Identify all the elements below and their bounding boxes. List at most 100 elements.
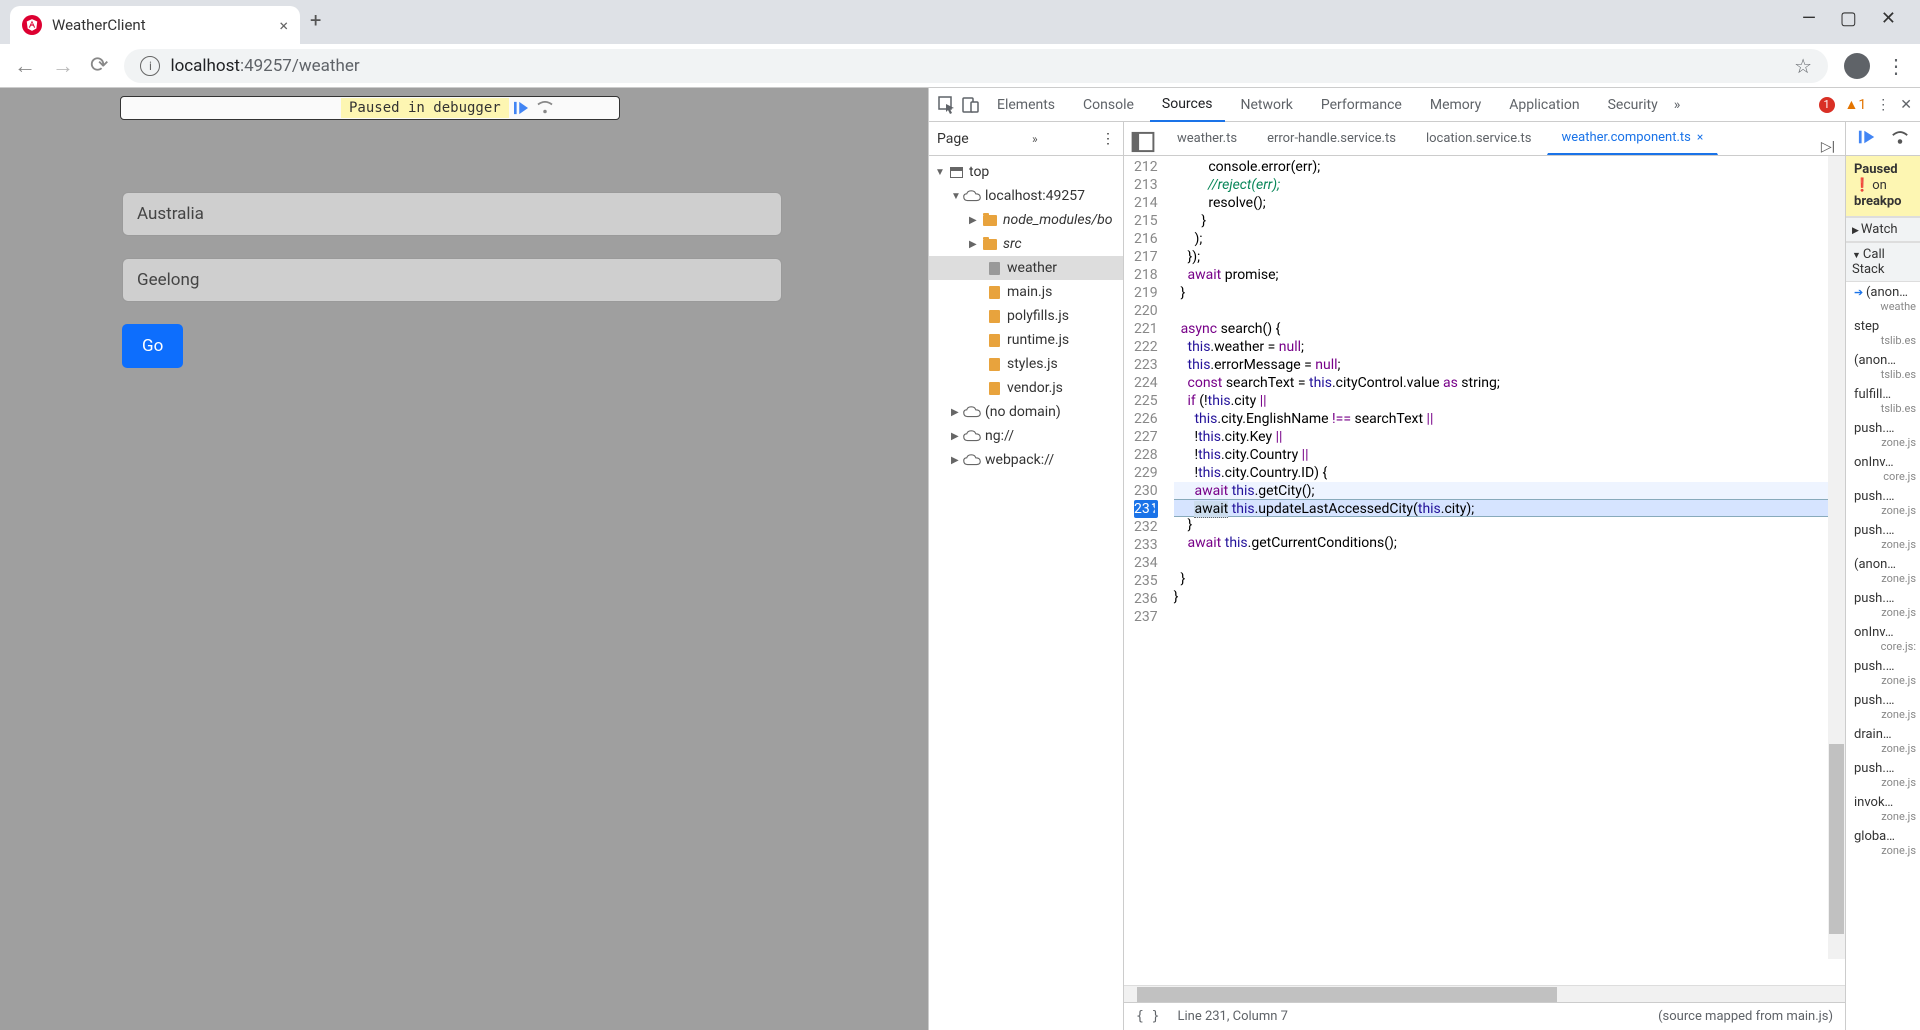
close-icon[interactable]: ✕ [1881,8,1896,29]
call-stack-list: (anon…weathesteptslib.es(anon…tslib.esfu… [1846,282,1920,1030]
navigator-overflow-icon[interactable]: » [1032,132,1038,146]
tree-file-runtime[interactable]: runtime.js [929,328,1123,352]
bookmark-icon[interactable]: ☆ [1794,54,1812,78]
stack-frame[interactable]: fulfill…tslib.es [1846,384,1920,418]
address-bar[interactable]: i localhost:49257/weather ☆ [124,49,1828,83]
devtools-close-icon[interactable]: ✕ [1900,97,1912,113]
pretty-print-icon[interactable]: { } [1136,1009,1159,1024]
stack-frame[interactable]: globa…zone.js [1846,826,1920,860]
devtools-settings-icon[interactable]: ⋮ [1876,97,1890,113]
stack-frame[interactable]: (anon…weathe [1846,282,1920,316]
browser-tab[interactable]: WeatherClient × [10,6,300,44]
tree-ng[interactable]: ▶ng:// [929,424,1123,448]
reload-button[interactable]: ⟳ [90,53,108,78]
minimize-icon[interactable]: — [1802,8,1816,29]
tab-application[interactable]: Application [1497,89,1591,121]
tree-webpack[interactable]: ▶webpack:// [929,448,1123,472]
new-tab-button[interactable]: + [310,8,321,36]
tree-file-weather[interactable]: weather [929,256,1123,280]
tree-file-polyfills[interactable]: polyfills.js [929,304,1123,328]
navigator-page-tab[interactable]: Page [937,131,969,147]
tab-memory[interactable]: Memory [1418,89,1493,121]
code-area[interactable]: 2122132142152162172182192202212222232242… [1124,156,1845,985]
editor-tab-error-handle[interactable]: error-handle.service.ts [1252,122,1411,155]
url-text: localhost:49257/weather [170,56,359,76]
error-count-badge[interactable]: 1 [1819,97,1835,113]
angular-favicon-icon [22,15,42,35]
callstack-section[interactable]: ▼Call Stack [1846,242,1920,282]
stack-frame[interactable]: (anon…tslib.es [1846,350,1920,384]
file-tree: ▼top ▼localhost:49257 ▶node_modules/bo ▶… [929,156,1123,476]
tree-folder-src[interactable]: ▶src [929,232,1123,256]
city-input[interactable]: Geelong [122,258,782,302]
overlay-step-button[interactable] [533,98,557,118]
stack-frame[interactable]: onInv…core.js [1846,452,1920,486]
country-input[interactable]: Australia [122,192,782,236]
browser-menu-icon[interactable]: ⋮ [1886,54,1906,78]
tree-no-domain[interactable]: ▶(no domain) [929,400,1123,424]
stack-frame[interactable]: push.…zone.js [1846,486,1920,520]
tab-console[interactable]: Console [1071,89,1146,121]
code-lines[interactable]: console.error(err); //reject(err); resol… [1166,156,1845,985]
overlay-resume-button[interactable] [509,98,533,118]
stack-frame[interactable]: (anon…zone.js [1846,554,1920,588]
site-info-icon[interactable]: i [140,56,160,76]
stack-frame[interactable]: drain…zone.js [1846,724,1920,758]
inspect-element-icon[interactable] [937,95,957,115]
window-controls: — ▢ ✕ [1802,8,1920,29]
editor-tab-location[interactable]: location.service.ts [1411,122,1547,155]
step-over-button[interactable] [1891,129,1909,149]
editor-status-bar: { } Line 231, Column 7 (source mapped fr… [1124,1002,1845,1030]
tab-network[interactable]: Network [1229,89,1305,121]
stack-frame[interactable]: push.…zone.js [1846,520,1920,554]
stack-frame[interactable]: push.…zone.js [1846,418,1920,452]
browser-chrome: — ▢ ✕ WeatherClient × + ← → ⟳ i localhos… [0,0,1920,88]
editor-tab-weather-component[interactable]: weather.component.ts× [1547,122,1719,155]
stack-frame[interactable]: push.…zone.js [1846,758,1920,792]
stack-frame[interactable]: push.…zone.js [1846,690,1920,724]
editor-tab-close-icon[interactable]: × [1697,130,1703,144]
tab-sources[interactable]: Sources [1150,88,1225,122]
profile-avatar-icon[interactable] [1844,53,1870,79]
forward-button[interactable]: → [52,53,74,79]
tree-host[interactable]: ▼localhost:49257 [929,184,1123,208]
tab-security[interactable]: Security [1596,89,1670,121]
tab-elements[interactable]: Elements [985,89,1067,121]
show-navigator-icon[interactable] [1130,129,1156,155]
device-toolbar-icon[interactable] [961,95,981,115]
editor-tab-weather[interactable]: weather.ts [1162,122,1252,155]
cursor-position: Line 231, Column 7 [1177,1009,1287,1024]
tabs-overflow-icon[interactable]: » [1674,97,1681,113]
devtools-tab-bar: Elements Console Sources Network Perform… [929,88,1920,122]
stack-frame[interactable]: steptslib.es [1846,316,1920,350]
tree-folder-node-modules[interactable]: ▶node_modules/bo [929,208,1123,232]
stack-frame[interactable]: invok…zone.js [1846,792,1920,826]
back-button[interactable]: ← [14,53,36,79]
stack-frame[interactable]: onInv…core.js: [1846,622,1920,656]
navigator-menu-icon[interactable]: ⋮ [1101,131,1115,147]
warning-count-badge[interactable]: ▲1 [1845,96,1867,113]
tree-file-vendor[interactable]: vendor.js [929,376,1123,400]
tree-top[interactable]: ▼top [929,160,1123,184]
stack-frame[interactable]: push.…zone.js [1846,656,1920,690]
horizontal-scrollbar[interactable] [1124,985,1845,1002]
tree-file-main[interactable]: main.js [929,280,1123,304]
resume-button[interactable] [1858,129,1876,149]
paused-in-debugger-overlay: Paused in debugger [120,96,620,120]
vertical-scrollbar[interactable] [1828,156,1845,959]
weather-form: Australia Geelong Go [122,192,806,368]
watch-section[interactable]: ▶Watch [1846,217,1920,242]
line-gutter[interactable]: 2122132142152162172182192202212222232242… [1124,156,1166,985]
browser-toolbar: ← → ⟳ i localhost:49257/weather ☆ ⋮ [0,44,1920,88]
tab-title: WeatherClient [52,16,146,34]
tree-file-styles[interactable]: styles.js [929,352,1123,376]
editor-overflow-icon[interactable]: ▷| [1821,139,1835,155]
devtools-panel: Elements Console Sources Network Perform… [928,88,1920,1030]
maximize-icon[interactable]: ▢ [1840,8,1857,29]
stack-frame[interactable]: push.…zone.js [1846,588,1920,622]
page-content: Paused in debugger Australia Geelong Go [0,88,928,1030]
debugger-toolbar [1846,122,1920,156]
tab-close-icon[interactable]: × [279,16,288,35]
tab-performance[interactable]: Performance [1309,89,1414,121]
go-button[interactable]: Go [122,324,183,368]
